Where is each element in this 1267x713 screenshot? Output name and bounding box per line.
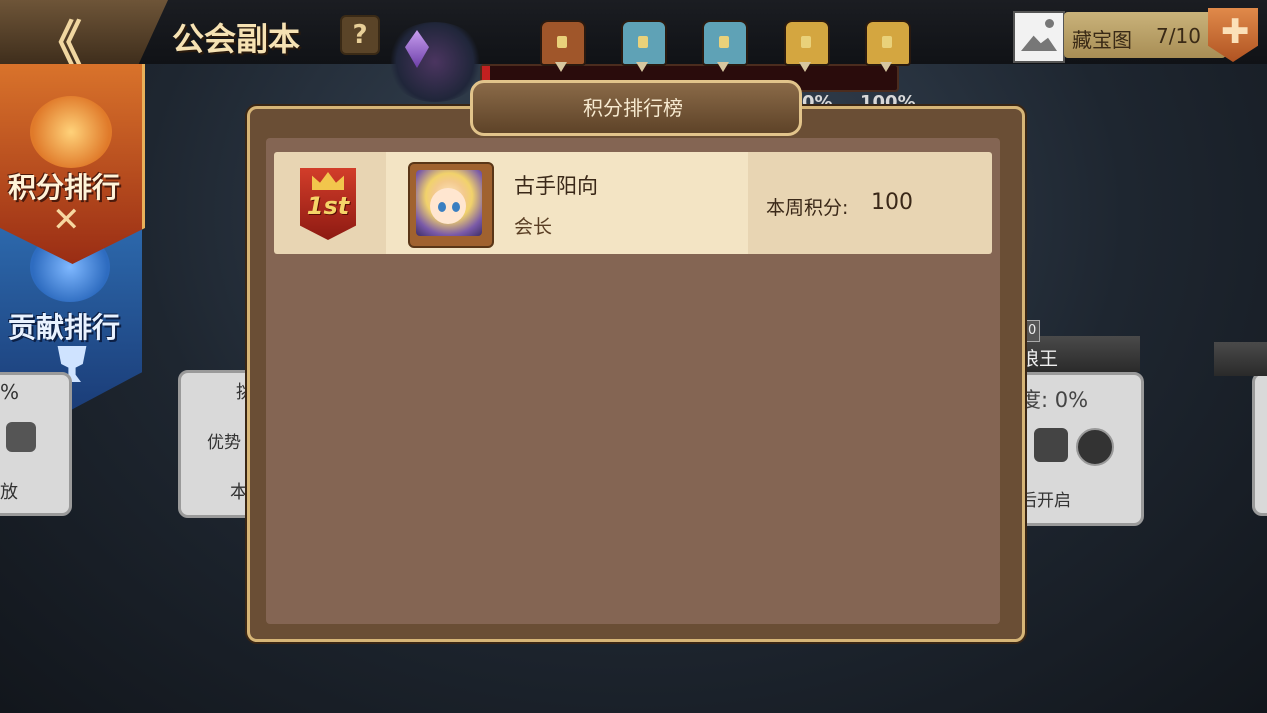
boss-name: 狼王 (1020, 348, 1059, 370)
dialog-title: 积分排行榜 (583, 96, 683, 120)
boss-progress: 度: 0% (1020, 388, 1089, 412)
plus-icon: ✚ (1221, 12, 1250, 52)
crossed-swords-icon: ✕ (52, 200, 81, 240)
player-role: 会长 (514, 216, 553, 238)
chest-icon[interactable] (702, 20, 748, 66)
treasure-map-icon[interactable] (1013, 11, 1065, 63)
player-name: 古手阳向 (514, 174, 598, 198)
skill-icon (1076, 428, 1114, 466)
boss-skill-icon (6, 422, 36, 452)
phoenix-icon (30, 96, 112, 168)
boss-card[interactable] (1252, 372, 1267, 516)
treasure-map-count: 7/10 (1156, 24, 1201, 48)
chest-icon[interactable] (784, 20, 830, 66)
contribution-rank-label: 贡献排行 (8, 311, 121, 344)
chest-icon[interactable] (540, 20, 586, 66)
weekly-score-label: 本周积分: (766, 197, 849, 219)
chest-icon[interactable] (621, 20, 667, 66)
help-button[interactable]: ? (340, 15, 380, 55)
boss-status: 后开启 (1020, 491, 1071, 511)
cube-icon (1034, 428, 1068, 462)
back-arrow-icon: 《 (34, 16, 82, 72)
page-title: 公会副本 (172, 20, 301, 58)
rank-text: 1st (306, 192, 350, 220)
treasure-map-label: 藏宝图 (1072, 28, 1132, 52)
chest-icon[interactable] (865, 20, 911, 66)
weekly-score-value: 100 (871, 190, 913, 215)
